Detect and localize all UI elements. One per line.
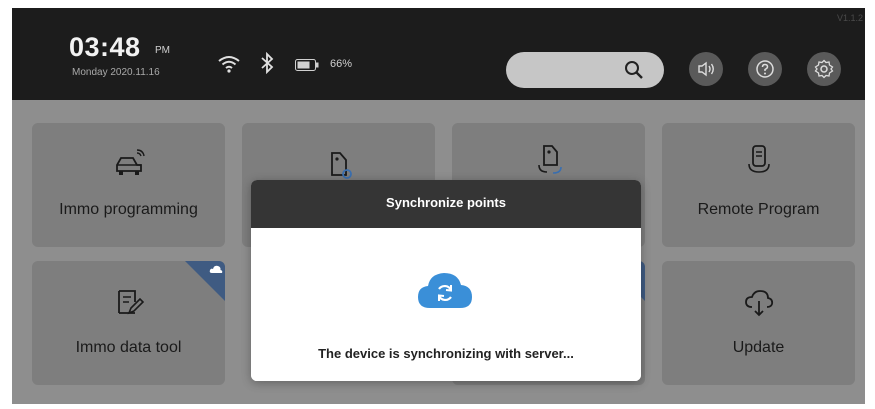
tile-immo-data-tool[interactable]: Immo data tool bbox=[32, 261, 225, 385]
dialog-title: Synchronize points bbox=[251, 180, 641, 228]
key-sync-icon bbox=[537, 145, 562, 174]
tile-label: Update bbox=[732, 339, 785, 356]
help-button[interactable] bbox=[748, 52, 782, 86]
tile-update[interactable]: Update bbox=[662, 261, 855, 385]
cloud-badge bbox=[185, 261, 225, 301]
cloud-sync-icon bbox=[418, 273, 472, 308]
status-bar: 03:48 PM Monday 2020.11.16 66% V1.1.2 bbox=[12, 8, 865, 100]
search-input[interactable] bbox=[506, 52, 664, 88]
tag-key-icon bbox=[330, 152, 352, 179]
volume-icon bbox=[698, 61, 714, 77]
clock-date: Monday 2020.11.16 bbox=[72, 67, 160, 78]
battery-icon bbox=[295, 59, 319, 71]
gear-icon bbox=[814, 59, 834, 79]
search-icon[interactable] bbox=[624, 60, 644, 80]
tile-label: Immo data tool bbox=[75, 339, 182, 356]
tile-remote-program[interactable]: Remote Program bbox=[662, 123, 855, 247]
car-icon bbox=[115, 149, 145, 175]
tile-label: Immo programming bbox=[59, 201, 198, 218]
app-screen: 03:48 PM Monday 2020.11.16 66% V1.1.2 Im… bbox=[12, 8, 865, 404]
edit-doc-icon bbox=[117, 290, 144, 315]
dialog-message: The device is synchronizing with server.… bbox=[318, 346, 574, 361]
cloud-download-icon bbox=[744, 290, 773, 317]
clock-time: 03:48 bbox=[69, 32, 141, 62]
sync-dialog: Synchronize points The device is synchro… bbox=[251, 180, 641, 381]
clock-ampm: PM bbox=[155, 45, 170, 56]
volume-button[interactable] bbox=[689, 52, 723, 86]
tile-label: Remote Program bbox=[697, 201, 820, 218]
tile-immo-programming[interactable]: Immo programming bbox=[32, 123, 225, 247]
dialog-body: The device is synchronizing with server.… bbox=[251, 228, 641, 381]
bluetooth-icon bbox=[261, 52, 274, 74]
cloud-badge-icon bbox=[209, 265, 223, 273]
wifi-icon bbox=[218, 56, 240, 73]
remote-icon bbox=[747, 145, 770, 173]
settings-button[interactable] bbox=[807, 52, 841, 86]
battery-percent: 66% bbox=[330, 58, 353, 70]
version-label: V1.1.2 bbox=[836, 13, 863, 23]
help-icon bbox=[756, 60, 774, 78]
